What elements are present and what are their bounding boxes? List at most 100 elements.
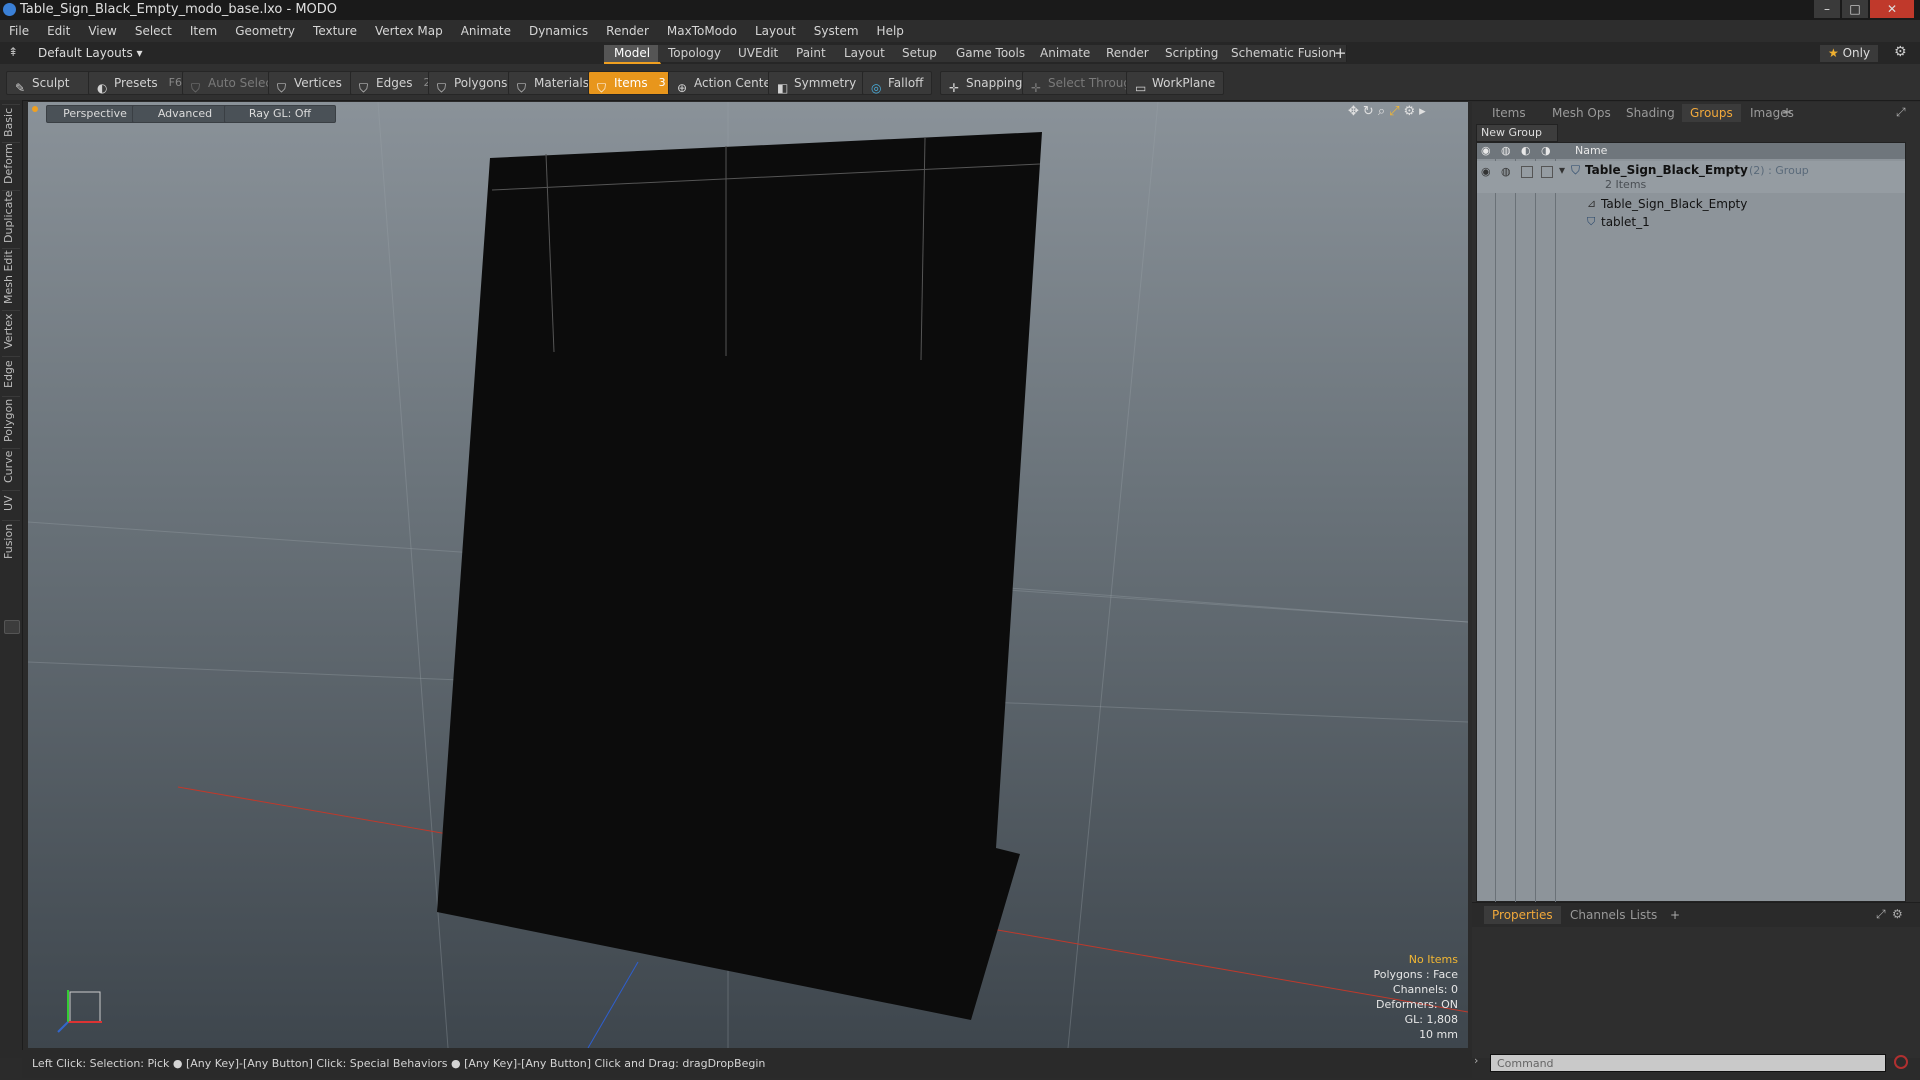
- group-visibility-eye-icon[interactable]: ◉: [1481, 165, 1491, 178]
- materials-button[interactable]: ⛉ Materials: [508, 71, 599, 95]
- vtab-polygon[interactable]: Polygon: [2, 396, 20, 443]
- tab-mesh-ops[interactable]: Mesh Ops: [1544, 104, 1619, 122]
- symmetry-button[interactable]: ◧ Symmetry: [768, 71, 866, 95]
- group-render-icon[interactable]: ◍: [1501, 165, 1511, 178]
- command-input[interactable]: Command: [1490, 1054, 1886, 1072]
- new-group-button[interactable]: New Group: [1476, 124, 1558, 142]
- vtab-curve[interactable]: Curve: [2, 448, 20, 485]
- advanced-button[interactable]: Advanced: [132, 105, 238, 123]
- vtab-duplicate[interactable]: Duplicate: [2, 190, 20, 243]
- group-child-row[interactable]: ⛉ tablet_1: [1477, 213, 1905, 231]
- presets-button[interactable]: ◐ Presets F6: [88, 71, 191, 95]
- vtab-mesh-edit[interactable]: Mesh Edit: [2, 248, 20, 305]
- layouts-dropdown-label: Default Layouts: [38, 46, 133, 60]
- locator-icon: ⛉: [1587, 215, 1596, 228]
- menu-select[interactable]: Select: [126, 20, 181, 42]
- sculpt-button[interactable]: ✎ Sculpt: [6, 71, 94, 95]
- expand-panel-icon[interactable]: ⤢: [1896, 105, 1906, 120]
- layouts-dropdown[interactable]: Default Layouts ▾: [38, 46, 143, 60]
- zoom-view-icon[interactable]: ⌕: [1378, 104, 1389, 119]
- collapse-icon[interactable]: ⇞: [8, 45, 18, 59]
- perspective-button[interactable]: Perspective: [46, 105, 144, 123]
- tab-render[interactable]: Render: [1096, 45, 1160, 62]
- items-button[interactable]: ⛉ Items 3: [588, 71, 675, 95]
- table-sign-mesh[interactable]: [437, 132, 1042, 1020]
- vtab-uv[interactable]: UV: [2, 490, 20, 515]
- menu-geometry[interactable]: Geometry: [226, 20, 304, 42]
- props-expand-icon[interactable]: ⤢: [1876, 907, 1886, 922]
- menu-bar: File Edit View Select Item Geometry Text…: [0, 20, 1920, 42]
- select-toggle-icon[interactable]: ◑: [1541, 143, 1551, 159]
- deformers-label: Deformers: ON: [1376, 998, 1458, 1011]
- add-tab-icon[interactable]: +: [1782, 105, 1792, 119]
- only-toggle[interactable]: ★ Only: [1820, 45, 1879, 62]
- tab-paint[interactable]: Paint: [786, 45, 837, 62]
- menu-vertex-map[interactable]: Vertex Map: [366, 20, 452, 42]
- visibility-eye-icon[interactable]: ◉: [1481, 143, 1491, 159]
- vtab-edge[interactable]: Edge: [2, 356, 20, 391]
- modo-app-icon: [3, 3, 16, 16]
- tab-images[interactable]: Images: [1742, 104, 1802, 122]
- minimize-button[interactable]: –: [1814, 0, 1840, 18]
- panel-toggle-button[interactable]: [4, 620, 20, 634]
- tab-animate[interactable]: Animate: [1030, 45, 1102, 62]
- group-row[interactable]: ◉ ◍ ▾ ⛉ Table_Sign_Black_Empty (2) : Gro…: [1477, 161, 1905, 193]
- menu-render[interactable]: Render: [597, 20, 658, 42]
- lock-toggle-icon[interactable]: ◐: [1521, 143, 1531, 159]
- menu-edit[interactable]: Edit: [38, 20, 79, 42]
- menu-texture[interactable]: Texture: [304, 20, 366, 42]
- menu-item[interactable]: Item: [181, 20, 226, 42]
- menu-dynamics[interactable]: Dynamics: [520, 20, 597, 42]
- items-count: 3: [658, 76, 666, 89]
- tab-groups[interactable]: Groups: [1682, 104, 1741, 122]
- layout-tab-row: ⇞ Default Layouts ▾ Model Topology UVEdi…: [0, 42, 1920, 64]
- render-toggle-icon[interactable]: ◍: [1501, 143, 1511, 159]
- polygons-button[interactable]: ⛉ Polygons: [428, 71, 517, 95]
- menu-help[interactable]: Help: [868, 20, 913, 42]
- tab-shading[interactable]: Shading: [1618, 104, 1683, 122]
- move-view-icon[interactable]: ✥: [1348, 104, 1363, 119]
- vtab-basic[interactable]: Basic: [2, 104, 20, 139]
- group-select-checkbox[interactable]: [1541, 166, 1553, 178]
- props-settings-icon[interactable]: ⚙: [1892, 907, 1903, 921]
- tab-layout[interactable]: Layout: [834, 45, 896, 62]
- vtab-fusion[interactable]: Fusion: [2, 520, 20, 561]
- raygl-button[interactable]: Ray GL: Off: [224, 105, 336, 123]
- tab-schematic-fusion[interactable]: Schematic Fusion: [1221, 45, 1348, 62]
- tab-model[interactable]: Model: [604, 45, 662, 64]
- gear-icon[interactable]: ⚙: [1894, 44, 1907, 60]
- viewport-settings-icon[interactable]: ⚙: [1404, 104, 1420, 119]
- menu-animate[interactable]: Animate: [452, 20, 520, 42]
- rotate-view-icon[interactable]: ↻: [1363, 104, 1378, 119]
- vtab-vertex[interactable]: Vertex: [2, 310, 20, 351]
- add-layout-button[interactable]: +: [1334, 44, 1347, 62]
- 3d-viewport[interactable]: Perspective Advanced Ray GL: Off ✥↻⌕⤢⚙▸ …: [28, 102, 1468, 1048]
- workplane-button[interactable]: ▭ WorkPlane: [1126, 71, 1225, 95]
- tab-scripting[interactable]: Scripting: [1155, 45, 1230, 62]
- tab-properties[interactable]: Properties: [1484, 906, 1561, 924]
- record-icon[interactable]: [1894, 1055, 1908, 1069]
- viewport-menu-icon[interactable]: ▸: [1419, 104, 1430, 119]
- edges-button[interactable]: ⛉ Edges 2: [350, 71, 440, 95]
- group-lock-checkbox[interactable]: [1521, 166, 1533, 178]
- vtab-deform[interactable]: Deform: [2, 142, 20, 185]
- expand-arrow-icon[interactable]: ▾: [1559, 163, 1565, 177]
- tab-items[interactable]: Items: [1484, 104, 1534, 122]
- tab-uvedit[interactable]: UVEdit: [728, 45, 790, 62]
- add-props-tab-icon[interactable]: +: [1670, 908, 1680, 922]
- maximize-button[interactable]: □: [1842, 0, 1868, 18]
- menu-file[interactable]: File: [0, 20, 38, 42]
- menu-maxtomodo[interactable]: MaxToModo: [658, 20, 746, 42]
- menu-view[interactable]: View: [79, 20, 125, 42]
- tab-game-tools[interactable]: Game Tools: [946, 45, 1037, 62]
- fit-view-icon[interactable]: ⤢: [1389, 104, 1403, 119]
- tab-setup[interactable]: Setup: [892, 45, 948, 62]
- group-child-row[interactable]: ⊿ Table_Sign_Black_Empty: [1477, 195, 1905, 213]
- tab-topology[interactable]: Topology: [658, 45, 732, 62]
- close-button[interactable]: ✕: [1870, 0, 1914, 18]
- tab-lists[interactable]: Lists: [1622, 906, 1665, 924]
- falloff-button[interactable]: ◎ Falloff: [862, 71, 933, 95]
- menu-layout[interactable]: Layout: [746, 20, 805, 42]
- menu-system[interactable]: System: [805, 20, 868, 42]
- snapping-button[interactable]: ✛ Snapping: [940, 71, 1032, 95]
